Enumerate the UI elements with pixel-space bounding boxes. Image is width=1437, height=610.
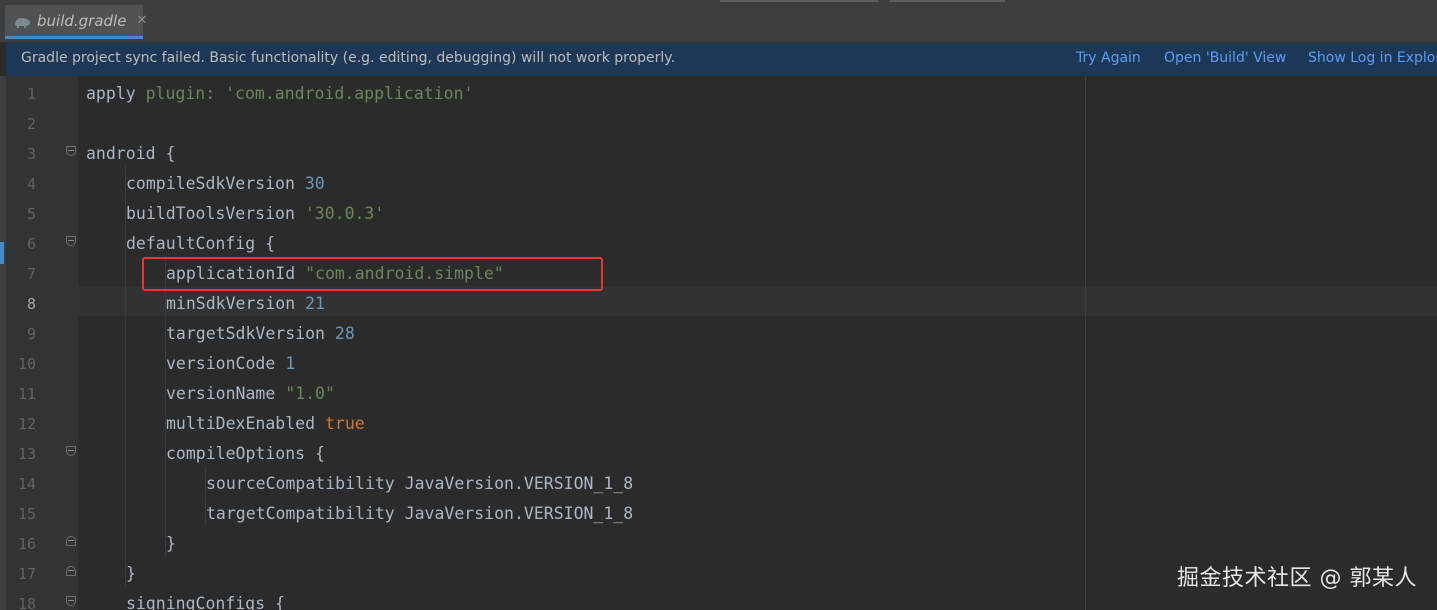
- notification-message: Gradle project sync failed. Basic functi…: [21, 50, 676, 66]
- line-number: 2: [26, 115, 36, 133]
- code-line-16: }: [166, 534, 176, 553]
- line-number: 18: [17, 595, 36, 610]
- editor-tab-bar: build.gradle ✕: [0, 0, 1437, 43]
- line-number: 16: [17, 535, 36, 553]
- line-number: 14: [17, 475, 36, 493]
- line-number: 1: [26, 85, 36, 103]
- code-line-9: targetSdkVersion 28: [166, 324, 355, 343]
- line-number: 13: [17, 445, 36, 463]
- code-line-5: buildToolsVersion '30.0.3': [126, 204, 385, 223]
- gradle-elephant-icon: [13, 14, 31, 28]
- line-number: 10: [17, 355, 36, 373]
- fold-marker[interactable]: [66, 566, 76, 576]
- code-line-1: apply plugin: 'com.android.application': [86, 84, 474, 103]
- line-number: 11: [17, 385, 36, 403]
- line-number: 9: [26, 325, 36, 343]
- fold-marker[interactable]: [66, 146, 76, 156]
- code-line-18: signingConfigs {: [126, 594, 285, 610]
- code-line-13: compileOptions {: [166, 444, 325, 463]
- fold-marker[interactable]: [66, 446, 76, 456]
- close-icon[interactable]: ✕: [136, 13, 147, 28]
- code-editor[interactable]: 1 2 3 4 5 6 7 8 9 10 11 12 13 14 15 16 17 18 apply plugin…: [0, 76, 1437, 610]
- tab-build-gradle[interactable]: build.gradle ✕: [5, 5, 147, 39]
- fold-marker[interactable]: [66, 536, 76, 546]
- fold-marker[interactable]: [66, 236, 76, 246]
- line-number: 12: [17, 415, 36, 433]
- code-line-11: versionName "1.0": [166, 384, 335, 403]
- code-line-14: sourceCompatibility JavaVersion.VERSION_…: [206, 474, 634, 493]
- try-again-link[interactable]: Try Again: [1076, 50, 1141, 66]
- code-line-6: defaultConfig {: [126, 234, 276, 253]
- code-line-4: compileSdkVersion 30: [126, 174, 325, 193]
- stripe-marker: [0, 242, 4, 264]
- code-line-3: android {: [86, 144, 176, 163]
- toolbar-stub: [720, 0, 878, 2]
- code-line-15: targetCompatibility JavaVersion.VERSION_…: [206, 504, 634, 523]
- ide-window: build.gradle ✕ Gradle project sync faile…: [0, 0, 1437, 610]
- sync-failed-notification: Gradle project sync failed. Basic functi…: [6, 43, 1437, 76]
- line-number: 3: [26, 145, 36, 163]
- line-number: 5: [26, 205, 36, 223]
- line-number: 15: [17, 505, 36, 523]
- tab-label: build.gradle: [37, 11, 127, 30]
- open-build-view-link[interactable]: Open 'Build' View: [1164, 50, 1286, 66]
- fold-marker[interactable]: [66, 596, 76, 606]
- show-log-link[interactable]: Show Log in Explor: [1308, 50, 1437, 66]
- line-number: 7: [26, 265, 36, 283]
- toolbar-stub: [890, 0, 1005, 2]
- code-line-17: }: [126, 564, 136, 583]
- code-line-7: applicationId "com.android.simple": [166, 264, 504, 283]
- code-line-12: multiDexEnabled true: [166, 414, 365, 433]
- code-line-8: minSdkVersion 21: [166, 294, 325, 313]
- line-number: 4: [26, 175, 36, 193]
- line-number: 17: [17, 565, 36, 583]
- line-number: 8: [26, 295, 36, 313]
- watermark: 掘金技术社区 @ 郭某人: [1177, 566, 1417, 591]
- right-margin-guide: [1085, 76, 1086, 610]
- line-number: 6: [26, 235, 36, 253]
- code-line-10: versionCode 1: [166, 354, 296, 373]
